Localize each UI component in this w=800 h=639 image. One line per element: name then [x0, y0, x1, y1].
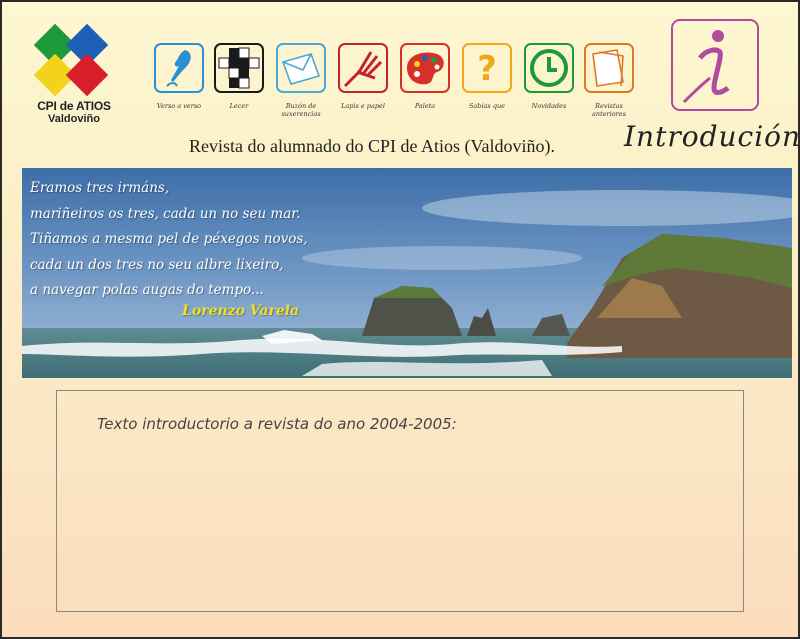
crossword-icon: [214, 43, 264, 93]
poem-line: a navegar polas augas do tempo...: [30, 282, 264, 298]
nav-label: Lapis e papel: [341, 102, 385, 110]
nav-label: Novidades: [531, 102, 567, 110]
pen-paper-icon: [338, 43, 388, 93]
poem-line: Eramos tres irmáns,: [30, 180, 170, 196]
poem-line: Tiñamos a mesma pel de péxegos novos,: [30, 231, 308, 247]
nav-item-buzon[interactable]: Buzón de suxerencias: [270, 42, 332, 118]
logo-title: CPI de ATIOS: [37, 99, 111, 113]
nav-label: Revistas anteriores: [592, 102, 626, 118]
nav-item-novidades[interactable]: Novidades: [518, 42, 580, 110]
nav-item-revistas-anteriores[interactable]: Revistas anteriores: [578, 42, 640, 118]
pages-icon: [584, 43, 634, 93]
poem-line: mariñeiros os tres, cada un no seu mar.: [30, 205, 301, 222]
poem: Eramos tres irmáns, mariñeiros os tres, …: [30, 176, 308, 304]
nav-label: Paleta: [414, 102, 436, 110]
logo-subtitle: Valdoviño: [48, 113, 100, 125]
nav-label: Verso a verso: [156, 102, 202, 110]
nav-item-verso-a-verso[interactable]: Verso a verso: [148, 42, 210, 110]
poem-line: cada un dos tres no seu albre lixeiro,: [30, 256, 284, 273]
nav-label: Lecer: [229, 102, 249, 110]
nav-item-sabias-que[interactable]: ? Sabías que: [456, 42, 518, 110]
nav-label: Sabías que: [468, 102, 506, 110]
page: CPI de ATIOS Valdoviño Verso a verso Lec…: [0, 0, 800, 639]
intro-text: Texto introductorio a revista do ano 200…: [97, 415, 457, 433]
logo-red-square: [65, 53, 109, 97]
question-icon: ?: [462, 43, 512, 93]
envelope-icon: [276, 43, 326, 93]
clock-icon: [524, 43, 574, 93]
quill-icon: [154, 43, 204, 93]
poem-author: Lorenzo Varela: [182, 303, 300, 319]
page-subtitle: Revista do alumnado do CPI de Atios (Val…: [189, 136, 555, 156]
nav-item-paleta[interactable]: Paleta: [394, 42, 456, 110]
nav-item-lapis-e-papel[interactable]: Lapis e papel: [332, 42, 394, 110]
intro-title: Introdución: [624, 120, 800, 153]
school-logo[interactable]: CPI de ATIOS Valdoviño: [28, 23, 120, 128]
nav-item-lecer[interactable]: Lecer: [208, 42, 270, 110]
banner-image: Eramos tres irmáns, mariñeiros os tres, …: [22, 168, 792, 378]
svg-text:?: ?: [477, 49, 497, 89]
nav-label: Buzón de suxerencias: [281, 102, 321, 118]
palette-icon: [400, 43, 450, 93]
info-icon[interactable]: [670, 18, 760, 112]
content-panel: Texto introductorio a revista do ano 200…: [56, 390, 744, 612]
